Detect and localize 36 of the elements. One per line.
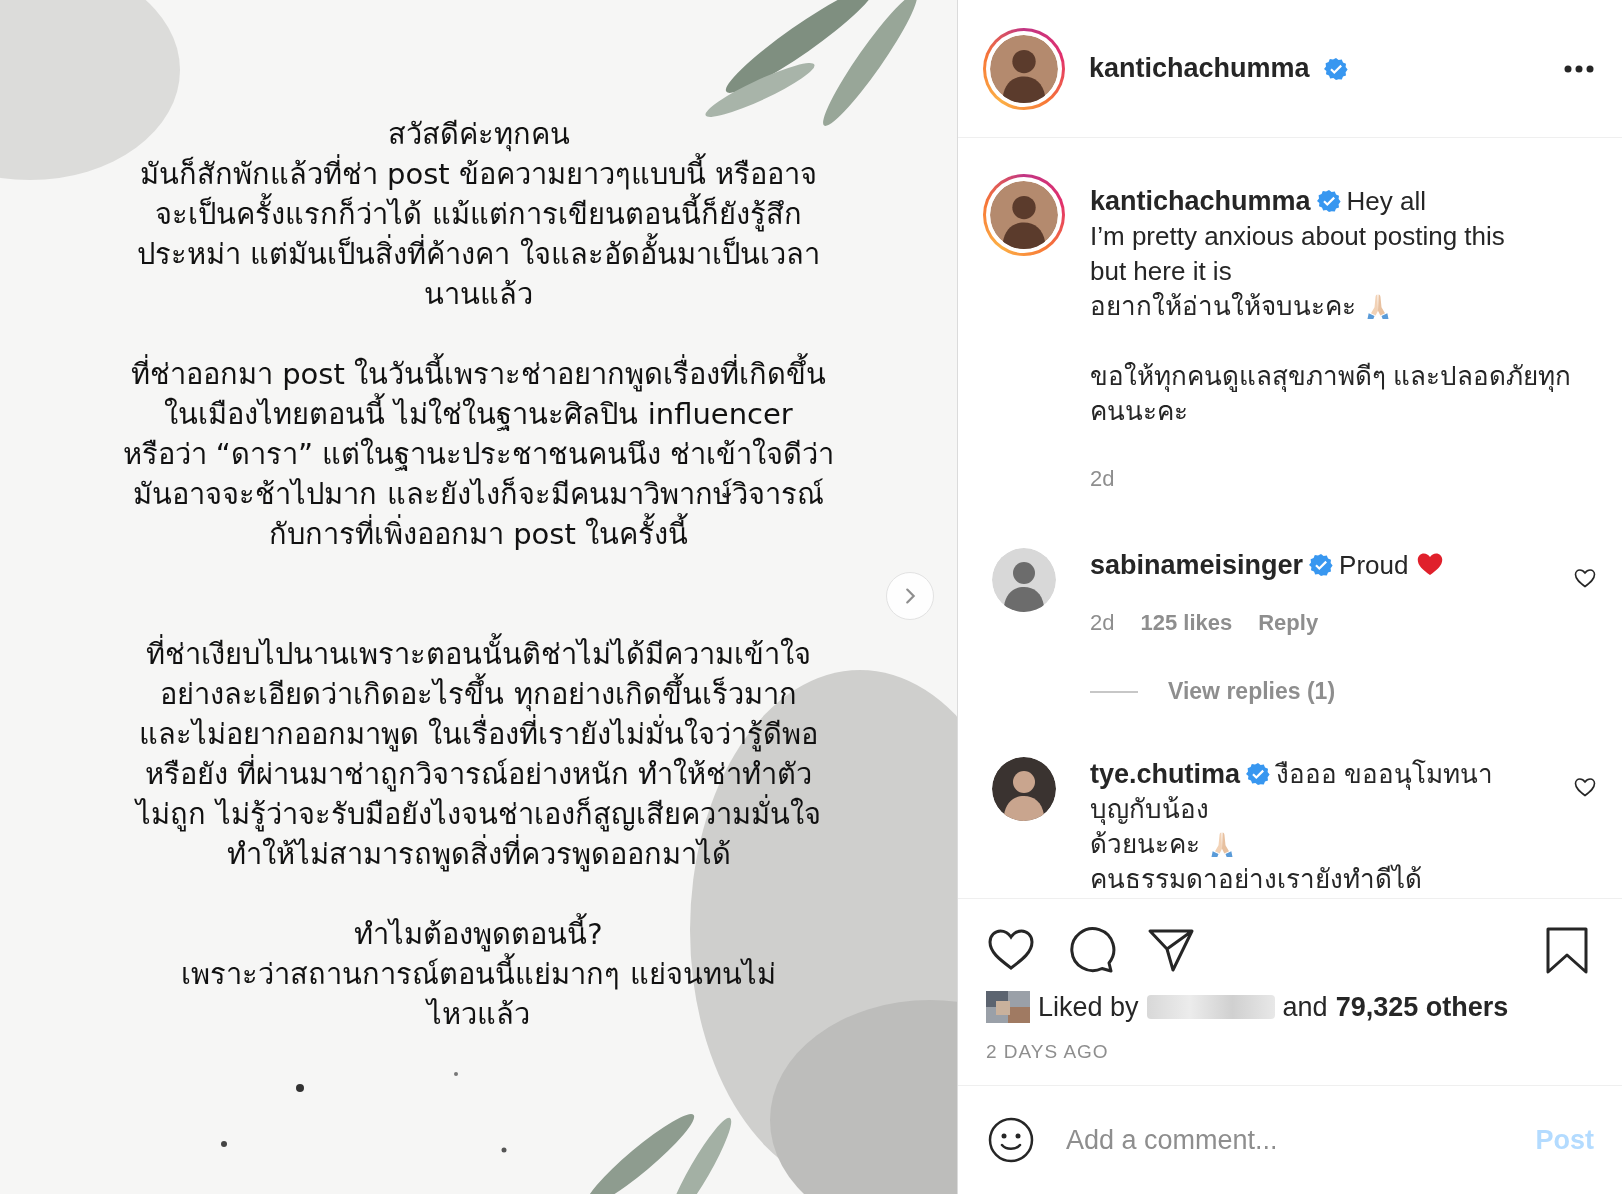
comment-text: ขอให้ทุกคนดูแลสุขภาพดีๆ และปลอดภัยทุก (1090, 361, 1572, 391)
avatar (986, 991, 1030, 1023)
avatar (992, 757, 1056, 821)
emoji-icon[interactable] (988, 1117, 1034, 1163)
comment-text: but here it is (1090, 256, 1232, 286)
heart-icon[interactable] (1572, 775, 1598, 799)
liked-by-text: and (1282, 991, 1328, 1023)
more-options-icon[interactable] (1564, 64, 1594, 73)
avatar (990, 34, 1058, 103)
image-text-paragraph: ที่ช่าเงียบไปนานเพราะตอนนั้นติช่าไม่ได้มีความเข้าใจ อย่างละเอียดว่าเกิดอะไรขึ้น ทุกอย่างเกิดขึ้นเร็วมาก และไม่อยากออกมาพูด ในเรื่องที่เรายังไม่มั่นใจว่ารู้ดีพอ หรือยัง ที่ผ่านมาช่าถูกวิจารณ์อย่างหนัก ทำให้ช่าทำตัว ไม่ถูก ไม่รู้ว่าจะรับมือยังไงจนช่าเองก็สูญเสียความมั่นใจ ทำให้ไม่สามารถพูดสิ่งที่ควรพูดออกมาได้ (136, 634, 821, 874)
comment-field[interactable]: Add a comment... (1064, 1123, 1506, 1157)
image-text-paragraph: ทำไมต้องพูดตอนนี้? เพราะว่าสถานการณ์ตอนนี้แย่มากๆ แย่จนทนไม่ ไหวแล้ว (181, 914, 776, 1034)
username-link[interactable]: tye.chutima (1090, 759, 1241, 789)
username-link[interactable]: kantichachumma (1089, 53, 1310, 84)
username-link[interactable]: kantichachumma (1090, 186, 1311, 216)
comment-text: บุญกับน้อง (1090, 794, 1209, 824)
comment-text: ด้วยนะคะ (1090, 829, 1200, 859)
post-date: 2 DAYS AGO (986, 1041, 1110, 1063)
liked-by-text: Liked by (1038, 991, 1139, 1023)
image-text-paragraph: สวัสดีค่ะทุกคน มันก็สักพักแล้วที่ช่า post ข้อความยาวๆแบบนี้ หรืออาจ จะเป็นครั้งแรกก็ว่าได้ แม้แต่การเขียนตอนนี้ก็ยังรู้สึก ประหม่า แต่มันเป็นสิ่งที่ค้างคา ใจและอัดอั้นมาเป็นเวลา นานแล้ว (137, 116, 820, 313)
comment-text: Hey all (1346, 186, 1427, 216)
username-link[interactable]: sabinameisinger (1090, 550, 1304, 580)
heart-icon[interactable] (1572, 566, 1598, 590)
image-text-paragraph: ที่ช่าออกมา post ในวันนี้เพราะช่าอยากพูดเรื่องที่เกิดขึ้น ในเมืองไทยตอนนี้ ไม่ใช่ในฐานะศิลปิน influencer หรือว่า “ดารา” แต่ในฐานะประชาชนคนนึง ช่าเข้าใจดีว่า มันอาจจะช้าไปมาก และยังไงก็จะมีคนมาวิพากษ์วิจารณ์ กับการที่เพิ่งออกมา post ในครั้งนี้ (122, 354, 835, 554)
comment-text: คนธรรมดาอย่างเรายังทำดีได้ (1090, 864, 1422, 894)
timestamp: 2d (1090, 465, 1116, 493)
avatar (990, 181, 1058, 249)
timestamp: 2d (1090, 609, 1115, 637)
comment-text: Proud (1339, 550, 1409, 580)
likes-count-link[interactable]: 79,325 others (1335, 991, 1509, 1023)
comment-text: คนนะคะ (1090, 396, 1188, 426)
comment-text: I’m pretty anxious about posting this (1090, 221, 1505, 251)
like-count: 125 likes (1140, 609, 1233, 637)
comment-text: งือออ ขออนุโมทนา (1276, 759, 1494, 789)
comment-text: อยากให้อ่านให้จบนะคะ (1090, 291, 1356, 321)
avatar (992, 548, 1056, 612)
